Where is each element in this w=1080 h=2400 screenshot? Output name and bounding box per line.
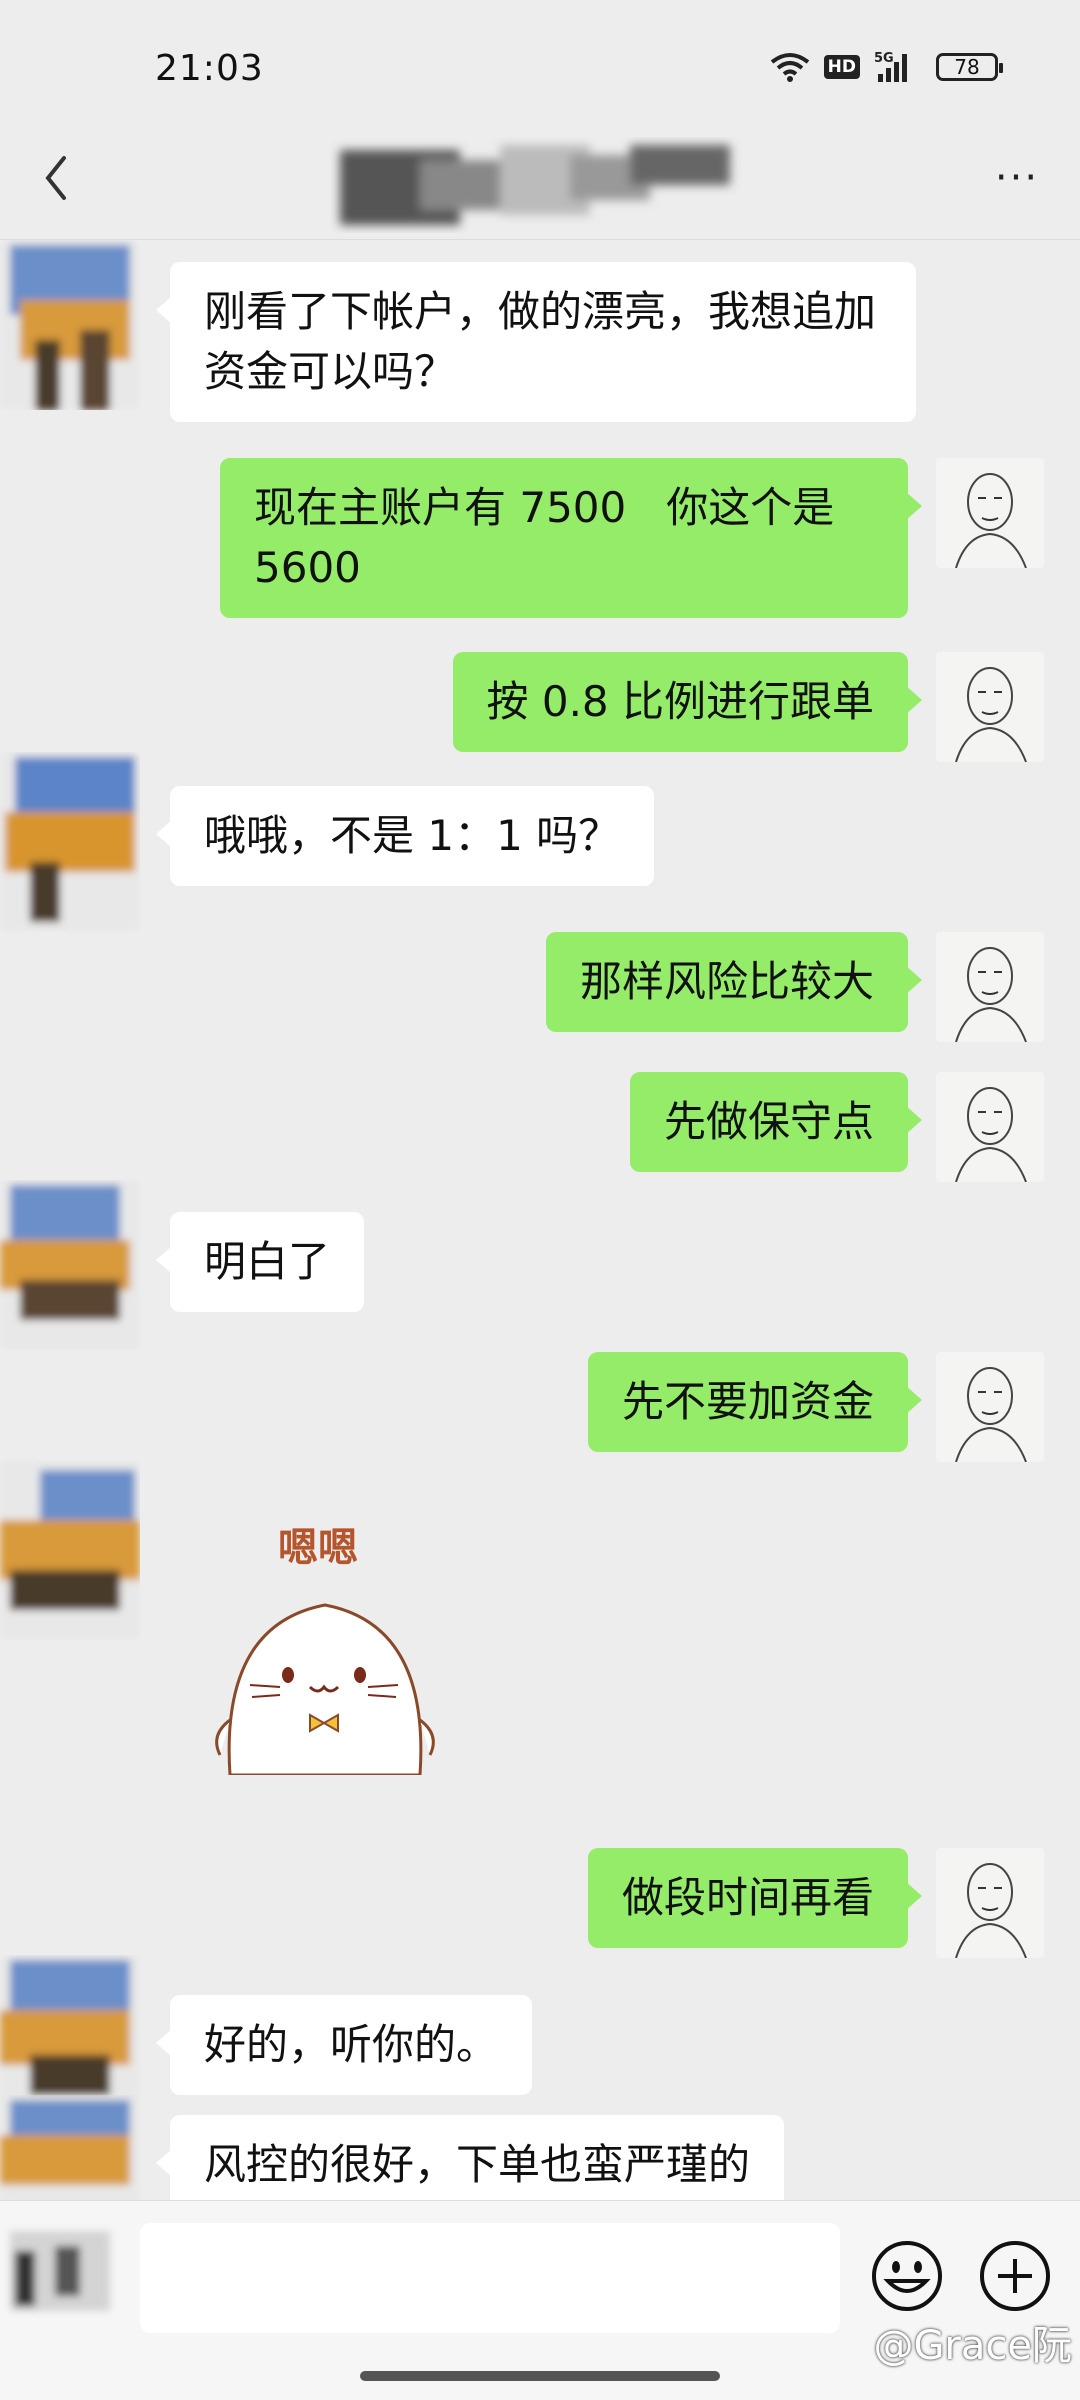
seal-sticker-icon xyxy=(215,1603,435,1775)
contact-avatar[interactable] xyxy=(0,1460,140,1640)
chat-header: ··· xyxy=(0,120,1080,240)
message-bubble-sent[interactable]: 那样风险比较大 xyxy=(545,932,923,1032)
message-bubble-sent[interactable]: 现在主账户有 7500 你这个是 5600 xyxy=(220,458,922,618)
message-bubble-received[interactable]: 刚看了下帐户，做的漂亮，我想追加资金可以吗？ xyxy=(156,262,916,422)
self-avatar[interactable] xyxy=(936,652,1044,762)
message-bubble-sent[interactable]: 做段时间再看 xyxy=(587,1848,923,1948)
message-row: 嗯嗯 xyxy=(0,1460,1080,1800)
more-options-button[interactable]: ··· xyxy=(982,148,1052,208)
self-avatar[interactable] xyxy=(936,932,1044,1042)
input-bar: @Grace阮 xyxy=(0,2200,1080,2400)
back-button[interactable] xyxy=(28,148,88,208)
message-bubble-received[interactable]: 好的，听你的。 xyxy=(155,1995,533,2095)
contact-avatar[interactable] xyxy=(0,2095,140,2200)
status-icons: HD 5G 78 xyxy=(770,50,1003,84)
self-avatar[interactable] xyxy=(936,458,1044,568)
message-bubble-received[interactable]: 哦哦，不是 1：1 吗？ xyxy=(155,786,655,886)
status-time: 21:03 xyxy=(155,48,264,89)
smiley-face-icon xyxy=(872,2241,942,2311)
message-list[interactable]: 刚看了下帐户，做的漂亮，我想追加资金可以吗？ 现在主账户有 7500 你这个是 … xyxy=(0,240,1080,2200)
message-bubble-sent[interactable]: 先不要加资金 xyxy=(587,1352,923,1452)
plus-circle-icon xyxy=(980,2241,1050,2311)
message-bubble-received[interactable]: 风控的很好，下单也蛮严瑾的 xyxy=(155,2115,785,2200)
self-avatar[interactable] xyxy=(936,1352,1044,1462)
emoji-button[interactable] xyxy=(870,2239,944,2313)
signal-icon: 5G xyxy=(874,51,907,82)
message-bubble-sent[interactable]: 先做保守点 xyxy=(629,1072,923,1172)
hd-badge: HD xyxy=(823,55,860,79)
message-bubble-received[interactable]: 明白了 xyxy=(155,1212,365,1312)
contact-avatar[interactable] xyxy=(0,752,140,932)
self-avatar[interactable] xyxy=(936,1072,1044,1182)
message-bubble-sent[interactable]: 按 0.8 比例进行跟单 xyxy=(452,652,922,752)
more-functions-button[interactable] xyxy=(978,2239,1052,2313)
message-input[interactable] xyxy=(140,2223,840,2333)
svg-text:5G: 5G xyxy=(874,51,894,66)
home-indicator[interactable] xyxy=(360,2371,720,2381)
contact-avatar-edge xyxy=(10,2231,110,2311)
contact-avatar[interactable] xyxy=(0,1955,140,2105)
contact-avatar[interactable] xyxy=(0,240,140,410)
chat-screen: 21:03 HD 5G 78 ··· 刚看了下帐户，做的漂亮，我想追加资金可以吗… xyxy=(0,0,1080,2400)
self-avatar[interactable] xyxy=(936,1848,1044,1958)
sticker-message[interactable]: 嗯嗯 xyxy=(200,1515,460,1785)
contact-avatar[interactable] xyxy=(0,1180,140,1350)
watermark: @Grace阮 xyxy=(873,2323,1072,2369)
chevron-left-icon xyxy=(45,156,66,200)
chat-title-redacted xyxy=(340,145,730,225)
status-bar: 21:03 HD 5G 78 xyxy=(0,0,1080,130)
wifi-icon xyxy=(770,53,809,82)
battery-indicator: 78 xyxy=(936,53,1003,81)
